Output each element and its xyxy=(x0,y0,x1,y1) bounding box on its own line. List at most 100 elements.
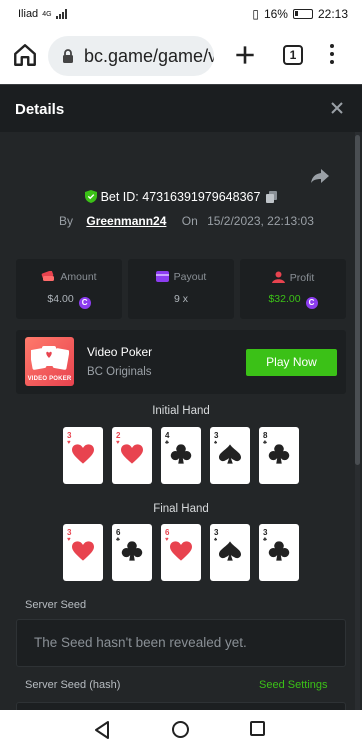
payout-label: Payout xyxy=(173,271,207,283)
profit-label: Profit xyxy=(289,272,315,284)
status-bar: Iliad 4G ▯ 16% 22:13 xyxy=(0,0,362,28)
card-rank: 3 xyxy=(214,528,219,537)
final-hand-label: Final Hand xyxy=(153,503,209,515)
server-seed-value: The Seed hasn't been revealed yet. xyxy=(34,635,247,650)
bet-byline: By Greenmann24 On 15/2/2023, 22:13:03 xyxy=(59,214,314,228)
card-suit-small: ♥ xyxy=(67,440,71,446)
playing-card: 3 ♣ xyxy=(259,524,299,581)
bet-datetime: 15/2/2023, 22:13:03 xyxy=(207,214,314,228)
network-label: 4G xyxy=(42,10,52,18)
card-suit-small: ♣ xyxy=(116,537,120,543)
clubs-suit-icon xyxy=(170,444,192,464)
system-nav-bar xyxy=(0,710,362,750)
hearts-suit-icon xyxy=(72,444,94,464)
menu-icon[interactable] xyxy=(330,44,336,66)
bet-id-row: Bet ID: 47316391979648367 xyxy=(0,190,362,204)
carrier-label: Iliad xyxy=(18,8,39,20)
card-suit-small: ♣ xyxy=(263,537,267,543)
card-suit-small: ♥ xyxy=(116,440,120,446)
server-seed-field[interactable]: The Seed hasn't been revealed yet. xyxy=(16,619,346,667)
playing-card: 4 ♣ xyxy=(161,427,201,484)
card-rank: 8 xyxy=(263,431,268,440)
battery-percent: 16% xyxy=(263,7,288,21)
close-icon[interactable] xyxy=(330,101,344,115)
bc-coin-icon: C xyxy=(305,297,318,309)
address-bar[interactable]: bc.game/game/v xyxy=(48,36,214,76)
profit-stat: Profit $32.00 C xyxy=(240,259,346,319)
bet-id: Bet ID: 47316391979648367 xyxy=(100,190,261,204)
playing-card: 2 ♥ xyxy=(112,427,152,484)
profit-icon xyxy=(271,271,285,283)
playing-card: 3 ♥ xyxy=(63,427,103,484)
coins-icon xyxy=(42,270,55,281)
recents-icon[interactable] xyxy=(250,721,265,736)
spades-suit-icon xyxy=(219,444,241,464)
card-suit-small: ♣ xyxy=(165,440,169,446)
card-rank: 6 xyxy=(165,528,170,537)
play-now-button[interactable]: Play Now xyxy=(246,349,337,376)
back-icon[interactable] xyxy=(93,720,111,740)
details-panel: Details Bet ID: 47316391979648367 By Gre… xyxy=(0,84,362,722)
hearts-suit-icon xyxy=(170,541,192,561)
payout-value: 9 x xyxy=(173,293,188,305)
card-rank: 3 xyxy=(263,528,268,537)
playing-card: 6 ♥ xyxy=(161,524,201,581)
tab-switcher-button[interactable]: 1 xyxy=(283,45,303,65)
vibrate-icon: ▯ xyxy=(252,7,259,21)
video-poker-thumbnail[interactable]: VIDEO POKER xyxy=(25,337,74,386)
game-info-row: VIDEO POKER Video Poker BC Originals Pla… xyxy=(16,330,346,394)
url-text: bc.game/game/v xyxy=(84,46,214,66)
card-suit-small: ♠ xyxy=(214,440,218,446)
hearts-suit-icon xyxy=(121,444,143,464)
card-rank: 4 xyxy=(165,431,170,440)
card-rank: 3 xyxy=(67,528,72,537)
server-seed-label: Server Seed xyxy=(25,599,87,611)
thumbnail-caption: VIDEO POKER xyxy=(27,376,72,382)
battery-icon xyxy=(292,9,313,19)
card-suit-small: ♥ xyxy=(165,537,169,543)
payout-icon xyxy=(155,271,169,282)
card-rank: 3 xyxy=(214,431,219,440)
cards-illustration xyxy=(31,346,69,370)
shield-check-icon xyxy=(84,190,97,203)
home-icon[interactable] xyxy=(12,42,38,68)
playing-card: 6 ♣ xyxy=(112,524,152,581)
panel-header: Details xyxy=(0,84,362,132)
playing-card: 3 ♠ xyxy=(210,524,250,581)
card-rank: 6 xyxy=(116,528,121,537)
payout-stat: Payout 9 x xyxy=(128,259,234,319)
copy-icon[interactable] xyxy=(266,191,278,203)
hearts-suit-icon xyxy=(72,541,94,561)
new-tab-icon[interactable] xyxy=(232,42,258,68)
game-name: Video Poker xyxy=(87,345,153,359)
card-suit-small: ♣ xyxy=(263,440,267,446)
playing-card: 3 ♠ xyxy=(210,427,250,484)
clubs-suit-icon xyxy=(121,541,143,561)
clock: 22:13 xyxy=(317,7,348,21)
initial-hand-label: Initial Hand xyxy=(152,405,210,417)
spades-suit-icon xyxy=(219,541,241,561)
card-suit-small: ♠ xyxy=(214,537,218,543)
lock-icon xyxy=(63,49,73,63)
signal-icon xyxy=(55,9,67,19)
card-rank: 3 xyxy=(67,431,72,440)
amount-label: Amount xyxy=(60,271,97,283)
card-rank: 2 xyxy=(116,431,121,440)
playing-card: 8 ♣ xyxy=(259,427,299,484)
panel-title: Details xyxy=(15,101,65,118)
home-nav-icon[interactable] xyxy=(172,721,189,738)
game-provider: BC Originals xyxy=(87,366,152,378)
username-link[interactable]: Greenmann24 xyxy=(86,214,166,228)
amount-stat: Amount $4.00 C xyxy=(16,259,122,319)
share-icon[interactable] xyxy=(310,168,330,184)
seed-settings-link[interactable]: Seed Settings xyxy=(259,679,328,691)
card-suit-small: ♥ xyxy=(67,537,71,543)
on-label: On xyxy=(181,214,198,228)
amount-value: $4.00 xyxy=(47,293,74,305)
by-label: By xyxy=(59,214,74,228)
playing-card: 3 ♥ xyxy=(63,524,103,581)
clubs-suit-icon xyxy=(268,541,290,561)
profit-value: $32.00 xyxy=(268,293,301,305)
browser-toolbar: bc.game/game/v 1 xyxy=(0,28,362,84)
server-seed-hash-label: Server Seed (hash) xyxy=(25,679,121,691)
